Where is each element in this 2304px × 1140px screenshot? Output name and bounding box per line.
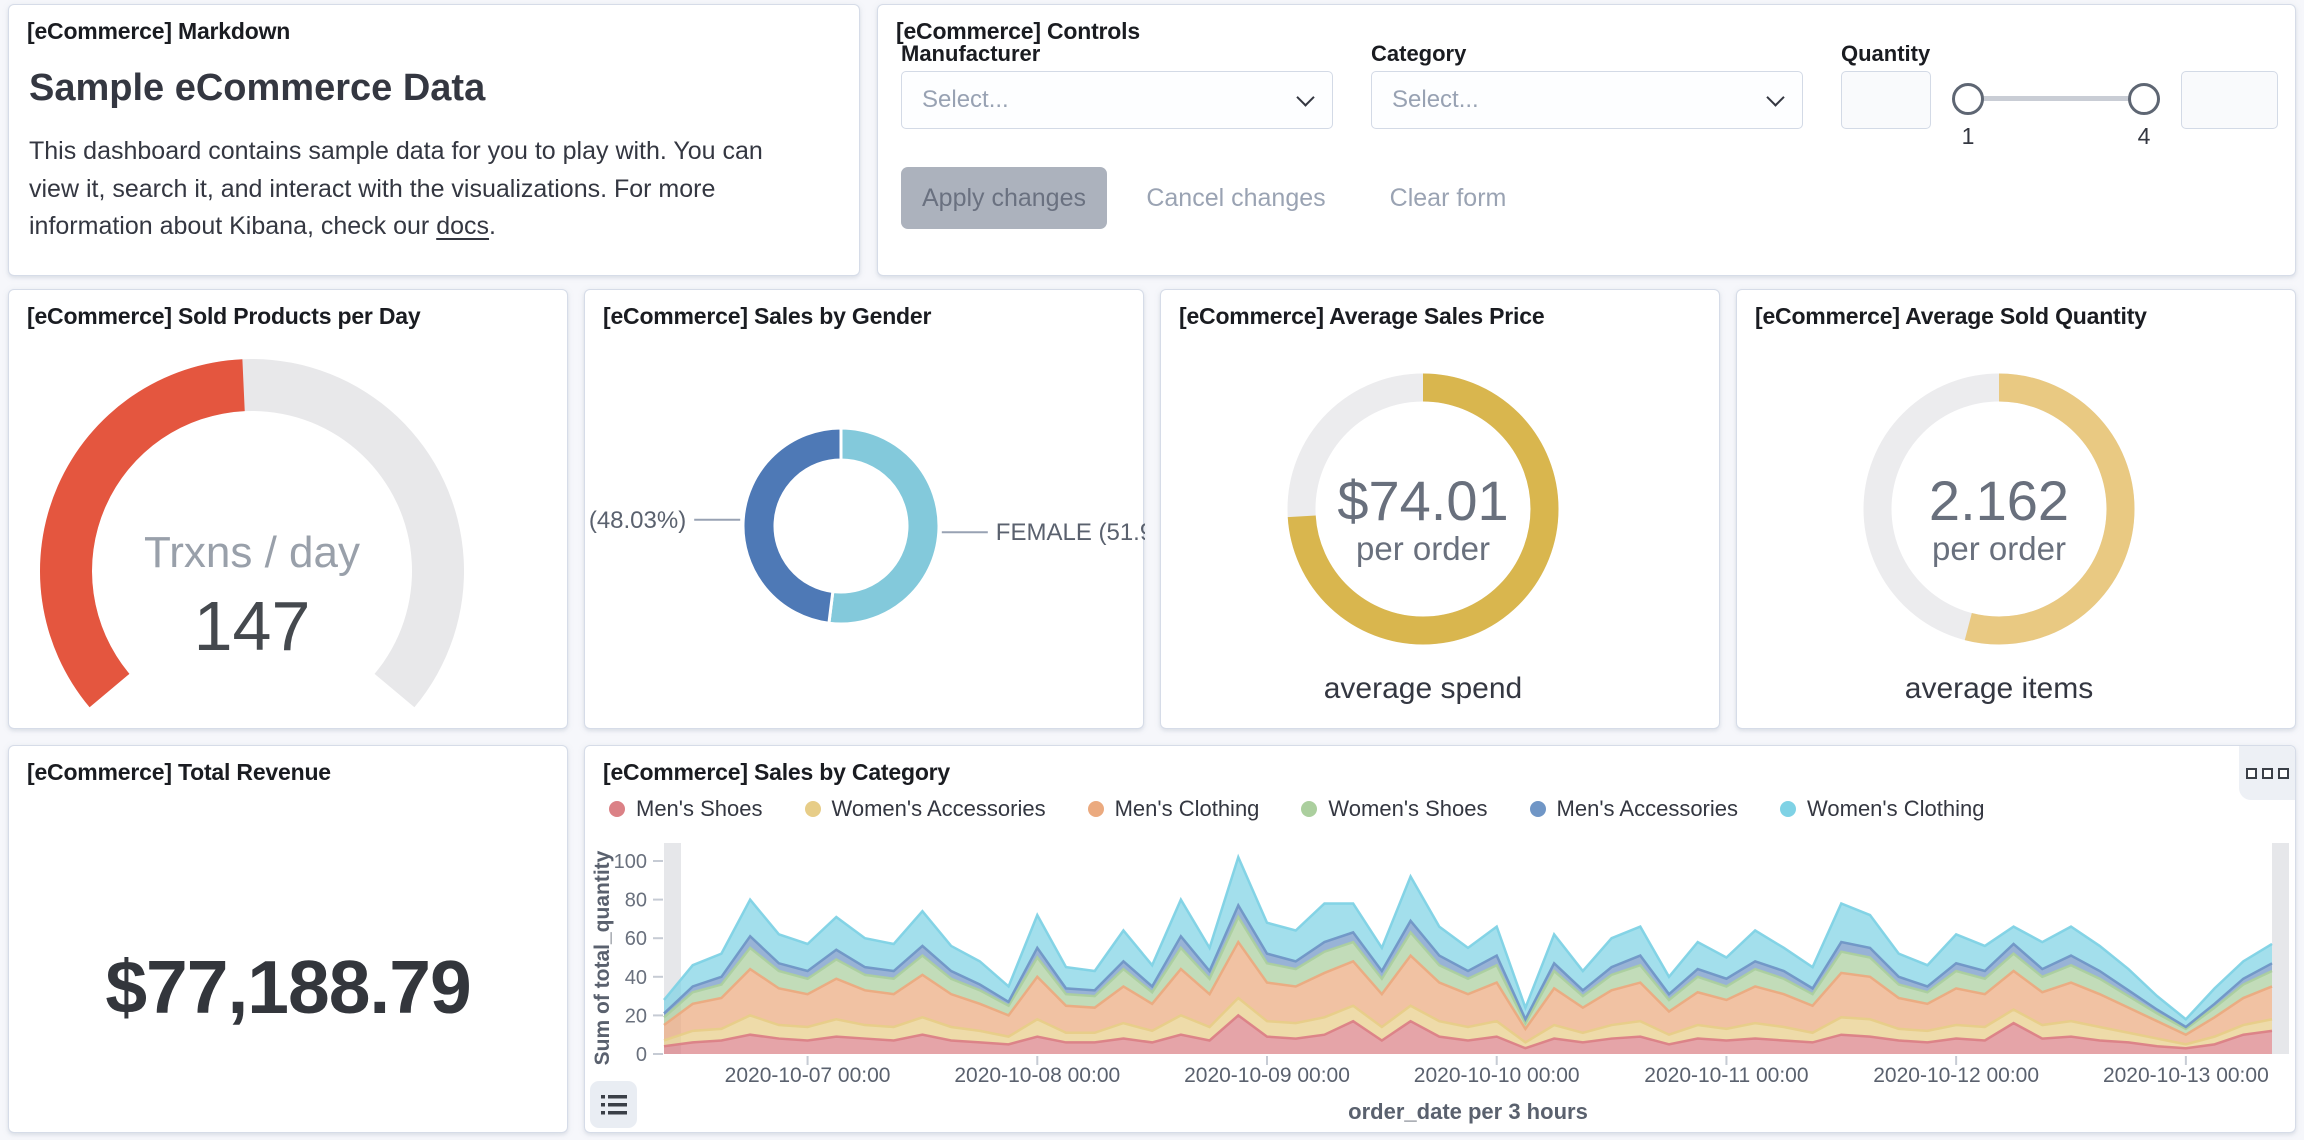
- x-tick-label: 2020-10-11 00:00: [1644, 1064, 1808, 1087]
- legend-label: Men's Shoes: [636, 796, 763, 821]
- panel-title[interactable]: [eCommerce] Markdown: [27, 18, 290, 45]
- chart-legend: Men's Shoes Women's Accessories Men's Clot…: [609, 796, 1984, 822]
- legend-dot-icon: [1087, 801, 1104, 817]
- x-tick-label: 2020-10-10 00:00: [1414, 1064, 1580, 1087]
- x-tick-label: 2020-10-07 00:00: [725, 1064, 891, 1087]
- squares-icon: [2245, 767, 2257, 779]
- panel-sold-products-per-day: [eCommerce] Sold Products per Day Trxns …: [8, 289, 568, 729]
- gender-donut-chart[interactable]: FEMALE (51.97%) MALE (48.03%): [585, 326, 1145, 730]
- quantity-slider-track[interactable]: [1968, 96, 2144, 101]
- y-tick-label: 40: [625, 967, 647, 989]
- manufacturer-placeholder: Select...: [922, 86, 1009, 113]
- chevron-down-icon: [1296, 87, 1315, 107]
- category-label: Category: [1371, 41, 1467, 66]
- legend-toggle-button[interactable]: [590, 1081, 637, 1128]
- apply-changes-button[interactable]: Apply changes: [901, 167, 1107, 229]
- y-tick-label: 100: [614, 851, 647, 873]
- area-chart-plot[interactable]: 0 20 40 60 80 100Sum of total_quantity 2020-10…: [585, 838, 2297, 1134]
- panel-sales-by-category: [eCommerce] Sales by Category Men's Shoe…: [584, 745, 2296, 1133]
- quantity-max-input[interactable]: [2181, 71, 2278, 129]
- panel-options-button[interactable]: [2239, 746, 2295, 800]
- pie-slice-label: MALE (48.03%): [585, 507, 686, 534]
- category-placeholder: Select...: [1392, 86, 1479, 113]
- legend-label: Men's Accessories: [1556, 796, 1739, 821]
- gauge-label: Trxns / day: [144, 528, 360, 577]
- metric-value: $77,188.79: [105, 945, 471, 1029]
- x-axis-title: order_date per 3 hours: [1348, 1099, 1588, 1124]
- legend-dot-icon: [609, 801, 625, 817]
- pie-slice-label: FEMALE (51.97%): [996, 519, 1145, 546]
- squares-icon: [2277, 767, 2289, 779]
- quantity-label: Quantity: [1841, 41, 1931, 66]
- quantity-slider-min-handle[interactable]: [1952, 83, 1984, 115]
- x-tick-label: 2020-10-12 00:00: [1873, 1064, 2039, 1087]
- legend-item-men-s-accessories[interactable]: Men's Accessories: [1529, 796, 1739, 822]
- markdown-body: This dashboard contains sample data for …: [29, 133, 819, 246]
- x-tick-label: 2020-10-08 00:00: [954, 1064, 1120, 1087]
- y-axis-title: Sum of total_quantity: [591, 850, 614, 1065]
- dashboard: { "colors": { "page_bg": "#F6F7FB", "pan…: [0, 0, 2304, 1140]
- goal-caption: average items: [1904, 672, 2094, 705]
- goal-value: 2.162: [1928, 469, 2070, 532]
- y-tick-label: 60: [625, 928, 647, 950]
- goal-sublabel: per order: [1932, 530, 2066, 567]
- panel-title[interactable]: [eCommerce] Total Revenue: [27, 759, 331, 786]
- squares-icon: [2261, 767, 2273, 779]
- list-icon: [600, 1094, 627, 1114]
- legend-dot-icon: [1529, 801, 1546, 817]
- legend-dot-icon: [1301, 801, 1318, 817]
- legend-label: Women's Clothing: [1807, 796, 1985, 821]
- panel-title[interactable]: [eCommerce] Sales by Category: [603, 759, 950, 786]
- markdown-text-suffix: .: [489, 212, 496, 240]
- category-select[interactable]: Select...: [1371, 71, 1803, 129]
- legend-dot-icon: [804, 801, 821, 817]
- endzone-marker: [2272, 843, 2289, 1054]
- pie-slice-female[interactable]: [827, 426, 941, 626]
- legend-label: Women's Shoes: [1328, 796, 1488, 821]
- cancel-changes-button[interactable]: Cancel changes: [1146, 167, 1326, 229]
- panel-sales-by-gender: [eCommerce] Sales by Gender FEMALE (51.9…: [584, 289, 1145, 730]
- x-tick-label: 2020-10-13 00:00: [2103, 1064, 2269, 1087]
- quantity-slider-max-handle[interactable]: [2128, 83, 2160, 115]
- legend-label: Men's Clothing: [1114, 796, 1260, 821]
- y-tick-label: 80: [625, 890, 647, 912]
- legend-item-women-s-accessories[interactable]: Women's Accessories: [804, 796, 1046, 822]
- y-tick-label: 20: [625, 1005, 647, 1027]
- x-tick-label: 2020-10-09 00:00: [1184, 1064, 1350, 1087]
- goal-caption: average spend: [1323, 672, 1523, 705]
- markdown-text: This dashboard contains sample data for …: [29, 137, 763, 240]
- quantity-min-input[interactable]: [1841, 71, 1931, 129]
- manufacturer-select[interactable]: Select...: [901, 71, 1333, 129]
- legend-item-women-s-clothing[interactable]: Women's Clothing: [1780, 796, 1984, 822]
- y-tick-label: 0: [636, 1044, 647, 1066]
- panel-controls: [eCommerce] Controls Manufacturer Select…: [877, 4, 2296, 276]
- legend-item-men-s-clothing[interactable]: Men's Clothing: [1087, 796, 1260, 822]
- markdown-heading: Sample eCommerce Data: [29, 67, 486, 109]
- quantity-slider-max-value: 4: [2137, 123, 2151, 149]
- panel-average-sold-quantity: [eCommerce] Average Sold Quantity 2.162 …: [1736, 289, 2296, 729]
- chevron-down-icon: [1766, 87, 1785, 107]
- panel-total-revenue: [eCommerce] Total Revenue $77,188.79: [8, 745, 568, 1133]
- legend-item-men-s-shoes[interactable]: Men's Shoes: [609, 796, 763, 822]
- docs-link[interactable]: docs: [436, 212, 489, 240]
- pie-slice-male[interactable]: [741, 426, 843, 625]
- panel-markdown: [eCommerce] Markdown Sample eCommerce Da…: [8, 4, 860, 276]
- quantity-slider-min-value: 1: [1961, 123, 1975, 149]
- goal-sublabel: per order: [1356, 530, 1490, 567]
- clear-form-button[interactable]: Clear form: [1388, 167, 1508, 229]
- goal-value: $74.01: [1337, 469, 1509, 532]
- manufacturer-label: Manufacturer: [901, 41, 1041, 66]
- gauge-value: 147: [193, 587, 311, 665]
- legend-item-women-s-shoes[interactable]: Women's Shoes: [1301, 796, 1488, 822]
- legend-label: Women's Accessories: [831, 796, 1046, 821]
- panel-average-sales-price: [eCommerce] Average Sales Price $74.01 p…: [1160, 289, 1720, 729]
- legend-dot-icon: [1780, 801, 1797, 817]
